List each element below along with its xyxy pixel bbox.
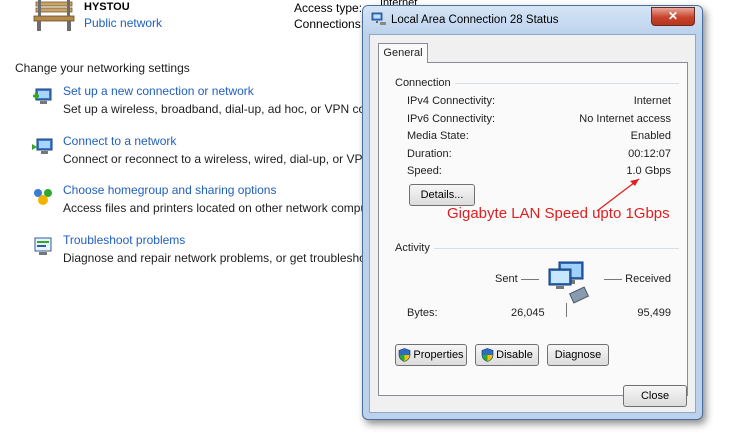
troubleshoot-icon (34, 237, 52, 255)
settings-title: Change your networking settings (15, 61, 190, 75)
homegroup-icon (34, 189, 52, 205)
network-type-link[interactable]: Public network (84, 16, 162, 30)
task-desc: Set up a wireless, broadband, dial-up, a… (63, 102, 404, 116)
connect-network-icon (32, 138, 53, 154)
activity-divider (566, 303, 567, 317)
sent-label: Sent (495, 273, 518, 285)
activity-group-title: Activity (395, 242, 434, 254)
duration-value: 00:12:07 (628, 148, 671, 160)
group-divider (437, 83, 679, 84)
speed-annotation: Gigabyte LAN Speed upto 1Gbps (447, 205, 670, 222)
task-link[interactable]: Troubleshoot problems (63, 233, 185, 247)
media-state-label: Media State: (407, 130, 469, 142)
ipv6-value: No Internet access (579, 113, 671, 125)
connection-group-title: Connection (395, 77, 455, 89)
network-activity-icon (548, 261, 590, 304)
disable-button[interactable]: Disable (475, 344, 539, 366)
media-state-value: Enabled (630, 130, 671, 142)
bytes-label: Bytes: (407, 307, 438, 319)
sent-line (521, 279, 539, 280)
network-adapter-icon (371, 12, 386, 25)
task-desc: Connect or reconnect to a wireless, wire… (63, 152, 400, 166)
bench-icon (33, 0, 75, 31)
dialog-titlebar[interactable]: Local Area Connection 28 Status ✕ (363, 6, 702, 34)
speed-label: Speed: (407, 165, 442, 177)
task-link[interactable]: Connect to a network (63, 134, 176, 148)
tab-general[interactable]: General (378, 43, 428, 63)
general-tab-panel: Connection IPv4 Connectivity: Internet I… (378, 62, 688, 396)
diagnose-button[interactable]: Diagnose (547, 344, 609, 366)
task-desc: Access files and printers located on oth… (63, 201, 401, 215)
uac-shield-icon (481, 348, 494, 362)
ipv4-label: IPv4 Connectivity: (407, 95, 496, 107)
properties-label: Properties (413, 349, 464, 361)
ipv6-label: IPv6 Connectivity: (407, 113, 496, 125)
connection-status-dialog: Local Area Connection 28 Status ✕ Genera… (362, 5, 703, 420)
uac-shield-icon (399, 348, 411, 362)
received-label: Received (625, 273, 671, 285)
bytes-sent-value: 26,045 (511, 307, 545, 319)
close-button[interactable]: Close (623, 385, 687, 407)
task-troubleshoot: Troubleshoot problems Diagnose and repai… (30, 233, 398, 273)
dialog-title: Local Area Connection 28 Status (391, 14, 559, 26)
group-divider (425, 248, 679, 249)
received-line (604, 279, 622, 280)
details-button[interactable]: Details... (409, 184, 475, 206)
properties-button[interactable]: Properties (395, 344, 467, 366)
task-link[interactable]: Set up a new connection or network (63, 84, 254, 98)
disable-label: Disable (496, 349, 533, 361)
close-icon[interactable]: ✕ (651, 7, 695, 26)
new-connection-icon (33, 88, 52, 104)
task-link[interactable]: Choose homegroup and sharing options (63, 183, 276, 197)
task-desc: Diagnose and repair network problems, or… (63, 251, 398, 265)
dialog-client-area: General Connection IPv4 Connectivity: In… (369, 34, 696, 413)
ipv4-value: Internet (633, 95, 671, 107)
network-name: HYSTOU (84, 1, 130, 13)
task-homegroup: Choose homegroup and sharing options Acc… (30, 183, 401, 223)
task-new-connection: Set up a new connection or network Set u… (30, 84, 404, 124)
bytes-received-value: 95,499 (637, 307, 671, 319)
duration-label: Duration: (407, 148, 452, 160)
task-connect-network: Connect to a network Connect or reconnec… (30, 134, 400, 174)
access-type-label: Access type: (294, 1, 363, 15)
connections-label: Connections: (294, 17, 365, 31)
